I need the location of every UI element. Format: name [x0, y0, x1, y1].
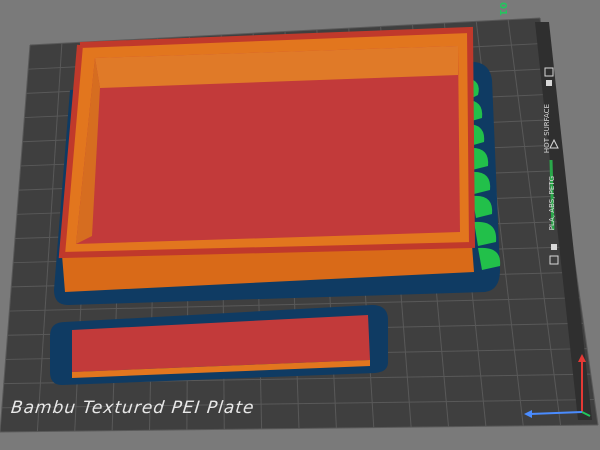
filament-label: PLA, ABS, PETG [548, 176, 556, 231]
viewport-readout: 01 [497, 2, 508, 16]
surface-label: HOT SURFACE [543, 104, 551, 154]
tray-object [58, 26, 476, 292]
plate-label: Bambu Textured PEI Plate [9, 398, 256, 418]
plate-icon-4 [551, 244, 557, 250]
3d-viewport[interactable] [0, 0, 600, 450]
plate-icon-2 [546, 80, 552, 86]
